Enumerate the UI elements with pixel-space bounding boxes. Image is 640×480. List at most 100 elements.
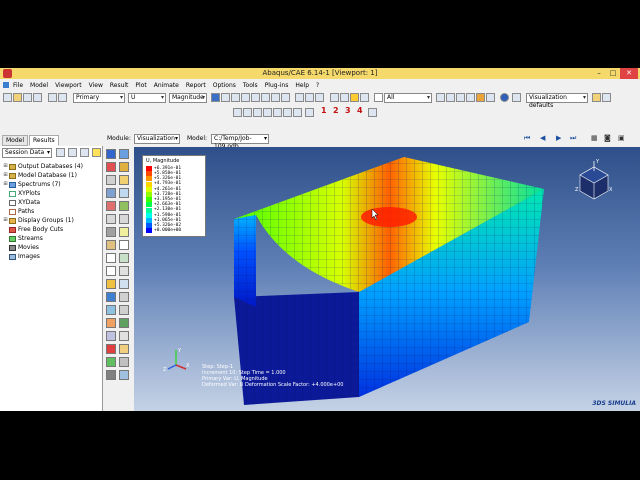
tensor-plot-icon[interactable] (106, 357, 116, 367)
menu-plot[interactable]: Plot (135, 82, 146, 89)
render-defaults-select[interactable]: Visualization defaults (526, 93, 588, 109)
material-plot-icon[interactable] (119, 357, 129, 367)
print-icon[interactable] (33, 93, 42, 102)
tree-item-movies[interactable]: Movies (2, 243, 100, 252)
menu-animate[interactable]: Animate (154, 82, 179, 89)
user-view-icon[interactable] (368, 108, 377, 117)
plot-contours-icon[interactable] (106, 162, 116, 172)
probe-icon[interactable] (340, 93, 349, 102)
tab-model[interactable]: Model (2, 135, 29, 146)
previous-frame-icon[interactable]: ◀ (540, 134, 545, 142)
remove-selected-icon[interactable] (466, 93, 475, 102)
wireframe-icon[interactable] (305, 93, 314, 102)
minimize-button[interactable]: – (592, 68, 606, 79)
animate-time-icon[interactable] (119, 214, 129, 224)
movie-icon[interactable]: ▦ (591, 134, 598, 142)
contour-limits-icon[interactable] (106, 344, 116, 354)
common-options-icon[interactable] (119, 188, 129, 198)
tree-item-images[interactable]: Images (2, 252, 100, 261)
color-palette-icon[interactable] (512, 93, 521, 102)
front-view-icon[interactable] (233, 108, 242, 117)
next-frame-icon[interactable]: ▶ (556, 134, 561, 142)
tree-item-output-databases[interactable]: ⊞ Output Databases (4) (2, 162, 100, 171)
screenshot-icon[interactable]: ▣ (618, 134, 625, 142)
selection-pointer-icon[interactable] (350, 93, 359, 102)
tree-item-xydata[interactable]: XYData (2, 198, 100, 207)
plot-symbols-icon[interactable] (119, 162, 129, 172)
query-icon[interactable] (330, 93, 339, 102)
select-arrow-icon[interactable] (374, 93, 383, 102)
hidden-line-icon[interactable] (315, 93, 324, 102)
display-group-manager-icon[interactable] (119, 279, 129, 289)
view-cut-icon[interactable] (106, 266, 116, 276)
rotate-view-icon[interactable] (231, 93, 240, 102)
select-mode-icon[interactable] (360, 93, 369, 102)
expand-icon[interactable]: ⊞ (2, 171, 9, 180)
menu-viewport[interactable]: Viewport (55, 82, 82, 89)
field-output-icon[interactable] (58, 93, 67, 102)
create-path-icon[interactable] (106, 253, 116, 263)
right-view-icon[interactable] (263, 108, 272, 117)
stream-manager-icon[interactable] (119, 305, 129, 315)
plot-deformed-icon[interactable] (119, 149, 129, 159)
iso-view-icon[interactable] (293, 108, 302, 117)
probe-values-icon[interactable] (119, 318, 129, 328)
session-data-select[interactable]: Session Data (2, 148, 52, 158)
xy-plot-icon[interactable] (119, 240, 129, 250)
selection-filter-select[interactable]: All (384, 93, 432, 103)
menu-plugins[interactable]: Plug-ins (265, 82, 289, 89)
expand-icon[interactable]: ⊞ (2, 162, 9, 171)
expand-icon[interactable]: ⊞ (2, 216, 9, 225)
menu-help[interactable]: Help (295, 82, 309, 89)
step-select[interactable]: Primary (73, 93, 125, 103)
first-frame-icon[interactable]: ⏮ (524, 134, 530, 143)
pan-icon[interactable] (221, 93, 230, 102)
animation-options-icon[interactable] (119, 227, 129, 237)
zoom-icon[interactable] (251, 93, 260, 102)
view-cube-icon[interactable]: Y X Z (574, 157, 614, 201)
menu-file[interactable]: File (13, 82, 23, 89)
invariant-select[interactable]: Magnitude (169, 93, 207, 103)
variable-select[interactable]: U (128, 93, 166, 103)
result-step-icon[interactable] (119, 344, 129, 354)
expand-icon[interactable]: ⊞ (2, 180, 9, 189)
menu-tools[interactable]: Tools (243, 82, 258, 89)
magnify-icon[interactable] (241, 93, 250, 102)
tree-item-paths[interactable]: Paths (2, 207, 100, 216)
menu-view[interactable]: View (89, 82, 103, 89)
odb-display-options-icon[interactable] (119, 331, 129, 341)
field-output-report-icon[interactable] (119, 253, 129, 263)
xy-data-icon[interactable] (106, 240, 116, 250)
view-3-button[interactable]: 3 (345, 106, 351, 115)
view-4-button[interactable]: 4 (357, 106, 363, 115)
tree-expand-icon[interactable] (68, 148, 77, 157)
display-group-icon[interactable] (436, 93, 445, 102)
view-cut-manager-icon[interactable] (119, 266, 129, 276)
layers-dropdown-icon[interactable] (602, 93, 611, 102)
add-selected-icon[interactable] (456, 93, 465, 102)
menu-result[interactable]: Result (110, 82, 129, 89)
tree-item-free-body-cuts[interactable]: Free Body Cuts (2, 225, 100, 234)
replace-all-icon[interactable] (476, 93, 485, 102)
tree-item-xyplots[interactable]: XYPlots (2, 189, 100, 198)
rotate-icon[interactable] (211, 93, 220, 102)
symbol-options-icon[interactable] (119, 201, 129, 211)
view-1-button[interactable]: 1 (321, 106, 327, 115)
plot-state-icon[interactable] (106, 331, 116, 341)
info-icon[interactable] (500, 93, 509, 102)
overlay-plot-icon[interactable] (106, 188, 116, 198)
query-tool-icon[interactable] (106, 318, 116, 328)
display-group-create-icon[interactable] (106, 279, 116, 289)
tree-help-icon[interactable] (92, 148, 101, 157)
replace-selected-icon[interactable] (446, 93, 455, 102)
tree-item-model-database[interactable]: ⊞ Model Database (1) (2, 171, 100, 180)
view-2-button[interactable]: 2 (333, 106, 339, 115)
box-zoom-icon[interactable] (261, 93, 270, 102)
apply-view-icon[interactable] (305, 108, 314, 117)
animate-harmonic-icon[interactable] (106, 227, 116, 237)
menu-model[interactable]: Model (30, 82, 48, 89)
open-file-icon[interactable] (13, 93, 22, 102)
tree-collapse-icon[interactable] (80, 148, 89, 157)
plot-undeformed-icon[interactable] (106, 149, 116, 159)
menu-options[interactable]: Options (213, 82, 236, 89)
